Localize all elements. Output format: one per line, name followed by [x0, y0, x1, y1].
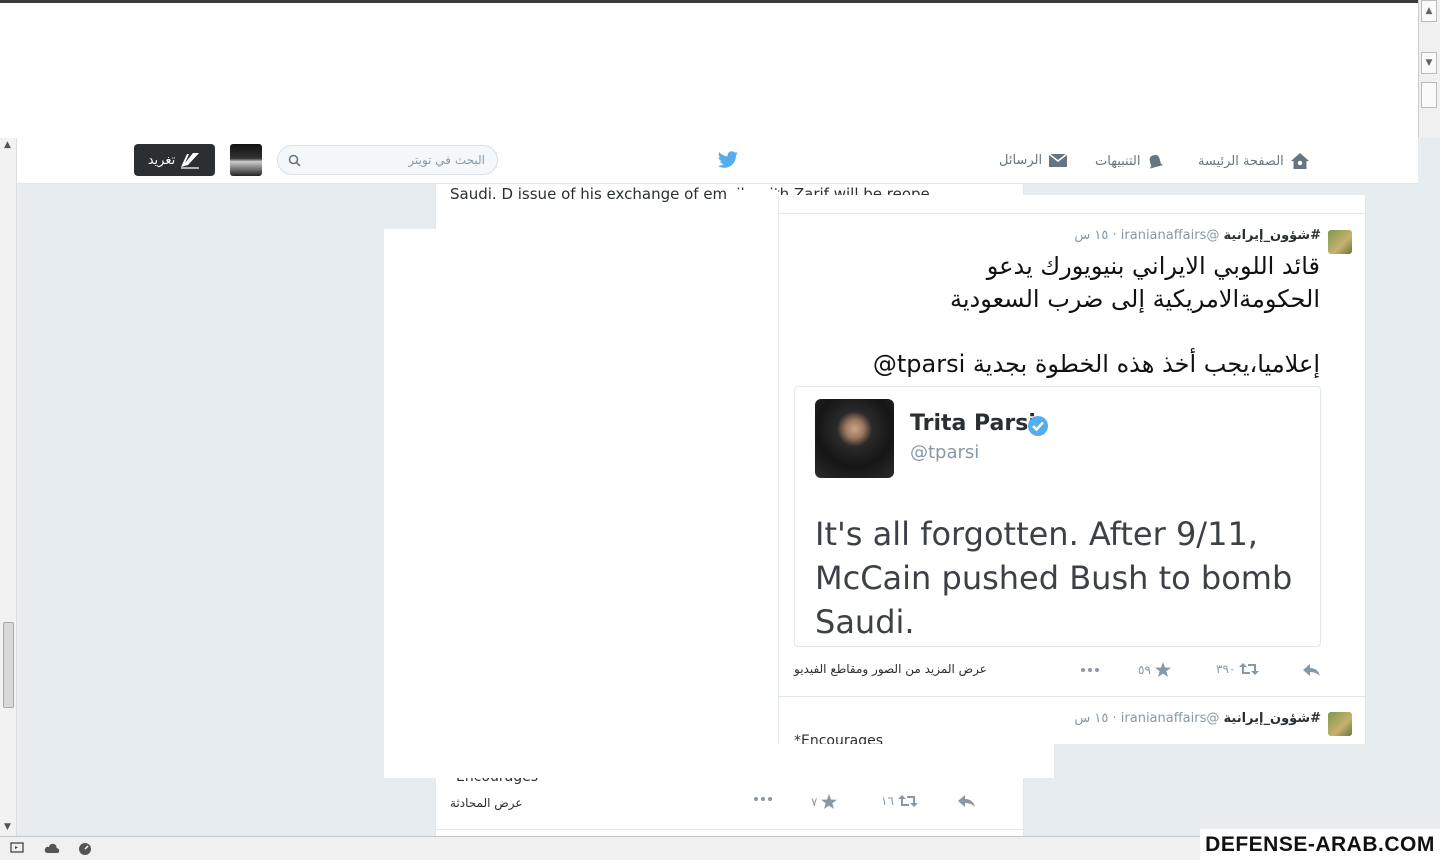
back-reply-button[interactable]	[958, 795, 976, 808]
scroll-up-button[interactable]: ▲	[1421, 0, 1437, 22]
divider	[779, 213, 1365, 214]
scroll-down-arrow-icon[interactable]: ▼	[4, 822, 11, 832]
more-media-link[interactable]: عرض المزيد من الصور ومقاطع الفيديو	[794, 662, 987, 676]
view-conversation-link[interactable]: عرض المحادثة	[450, 796, 523, 810]
nav-home-label: الصفحة الرئيسة	[1198, 153, 1284, 169]
compose-quill-icon	[181, 153, 200, 169]
quoted-text-line: McCain pushed Bush to bomb	[815, 559, 1293, 597]
tweet-timestamp[interactable]: ١٥ س	[1074, 228, 1108, 243]
tweet2-text: *Encourages	[794, 734, 883, 744]
reply-button[interactable]	[1303, 664, 1321, 677]
nav-notifications-label: التنبيهات	[1095, 153, 1141, 169]
blank-region	[727, 190, 778, 744]
search-icon[interactable]	[288, 154, 301, 167]
scrollbar-thumb[interactable]	[3, 622, 14, 708]
page-scrollbar[interactable]: ▲ ▼	[0, 138, 17, 836]
nav-notifications[interactable]: التنبيهات	[1095, 152, 1164, 170]
retweet-icon	[897, 795, 918, 807]
envelope-icon	[1048, 153, 1068, 167]
browser-side-scrollbar[interactable]: ▲ ▼	[1418, 0, 1440, 138]
tweet2-author-handle[interactable]: @iranianaffairs	[1121, 711, 1220, 726]
back-more-button[interactable]	[753, 796, 773, 802]
compose-tweet-button[interactable]: تغريد	[134, 144, 215, 176]
tweet-card[interactable]: #شؤون_إيرانية @iranianaffairs · ١٥ س قائ…	[778, 195, 1366, 744]
compose-tweet-label: تغريد	[147, 152, 176, 168]
screen-icon[interactable]	[10, 842, 24, 854]
quoted-tweet-image[interactable]: Trita Parsi @tparsi It's all forgotten. …	[794, 386, 1321, 647]
tweet-author-avatar[interactable]	[1328, 230, 1352, 254]
bell-icon	[1150, 154, 1164, 169]
like-count: ٥٩	[1138, 662, 1151, 677]
retweet-icon	[1239, 663, 1260, 675]
user-avatar[interactable]	[230, 144, 262, 176]
star-icon	[1154, 662, 1171, 677]
quoted-text-line: Saudi.	[815, 603, 915, 641]
blank-browser-area	[0, 3, 1418, 138]
nav-messages[interactable]: الرسائل	[999, 152, 1068, 168]
quoted-author-photo	[815, 399, 894, 478]
retweet-count: ٣٩٠	[1216, 662, 1236, 676]
speedometer-icon[interactable]	[78, 842, 92, 856]
tweet2-timestamp[interactable]: ١٥ س	[1074, 711, 1108, 726]
tweet-author-handle[interactable]: @iranianaffairs	[1121, 228, 1220, 243]
scroll-box[interactable]	[1421, 82, 1437, 108]
quoted-tweet-text: It's all forgotten. After 9/11, McCain p…	[815, 512, 1295, 644]
tweet2-author-name[interactable]: #شؤون_إيرانية	[1224, 711, 1321, 726]
tweet-text-line: الحكومةالامريكية إلى ضرب السعودية	[949, 285, 1320, 313]
star-icon	[821, 794, 838, 809]
tweet-author-name[interactable]: #شؤون_إيرانية	[1224, 228, 1321, 243]
reply-icon	[1303, 664, 1320, 676]
verified-badge-icon	[1028, 416, 1048, 436]
tweet-text: قائد اللوبي الايراني بنيويورك يدعو الحكو…	[860, 250, 1320, 381]
quoted-author-name: Trita Parsi	[910, 411, 1036, 436]
reply-icon	[958, 795, 975, 807]
divider	[779, 696, 1365, 697]
more-button[interactable]	[1080, 667, 1100, 673]
tweet-text-line: إعلاميا،يجب أخذ هذه الخطوة بجدية	[972, 350, 1320, 378]
search-input[interactable]: البحث في تويتر	[408, 153, 485, 167]
back-retweet-count: ١٦	[881, 794, 894, 808]
blank-region	[384, 229, 727, 778]
more-dots-icon	[1081, 668, 1099, 672]
quoted-author-handle: @tparsi	[910, 442, 980, 463]
blank-region	[727, 744, 1054, 778]
tweet2-header: #شؤون_إيرانية @iranianaffairs · ١٥ س	[1074, 711, 1321, 726]
like-button[interactable]: ٥٩	[1138, 662, 1171, 677]
cloud-icon[interactable]	[44, 842, 60, 854]
quoted-text-line: It's all forgotten. After 9/11,	[815, 515, 1258, 553]
home-icon	[1290, 153, 1309, 169]
divider	[436, 829, 1023, 830]
more-dots-icon	[754, 797, 772, 801]
watermark-text: DEFENSE-ARAB.COM	[1200, 829, 1440, 860]
tweet-header: #شؤون_إيرانية @iranianaffairs · ١٥ س	[1074, 228, 1321, 243]
back-retweet-button[interactable]: ١٦	[881, 794, 918, 808]
scroll-up-arrow-icon[interactable]: ▲	[4, 140, 11, 150]
nav-messages-label: الرسائل	[999, 152, 1043, 168]
retweet-button[interactable]: ٣٩٠	[1216, 662, 1260, 676]
top-navigation: الصفحة الرئيسة التنبيهات الرسائل البحث ف…	[17, 138, 1418, 184]
back-like-button[interactable]: ٧	[811, 794, 838, 809]
scroll-down-button[interactable]: ▼	[1421, 52, 1437, 74]
twitter-logo-icon[interactable]	[717, 151, 739, 169]
tweet-mention-link[interactable]: tparsi@	[873, 350, 965, 378]
search-box[interactable]: البحث في تويتر	[277, 145, 498, 175]
tweet-text-line: قائد اللوبي الايراني بنيويورك يدعو	[986, 252, 1320, 280]
tweet-text-line: إعلاميا،يجب أخذ هذه الخطوة بجدية tparsi@	[860, 348, 1320, 381]
nav-home[interactable]: الصفحة الرئيسة	[1198, 152, 1310, 170]
tweet2-author-avatar[interactable]	[1328, 712, 1352, 736]
back-like-count: ٧	[811, 794, 818, 809]
